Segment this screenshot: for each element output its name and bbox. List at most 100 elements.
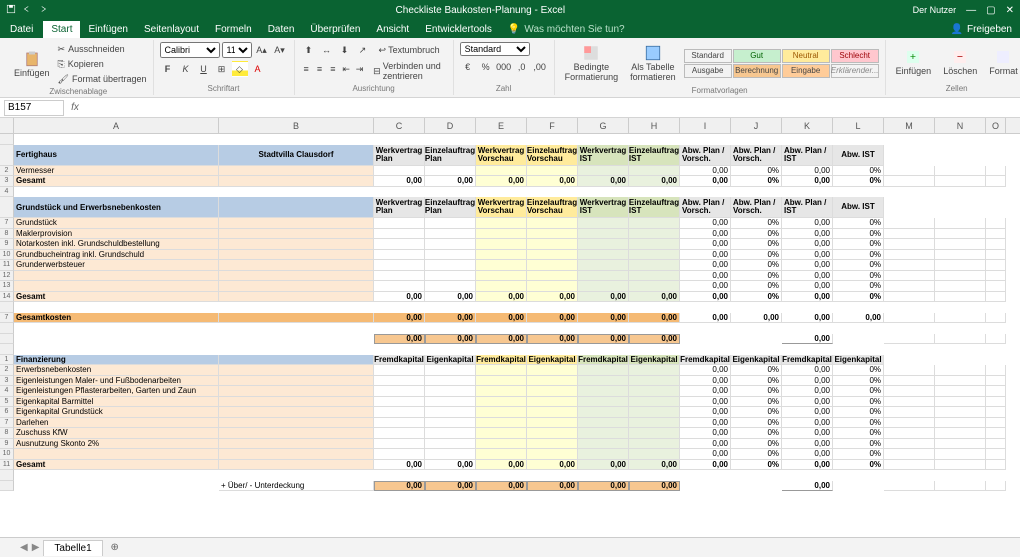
cell[interactable] xyxy=(219,218,374,229)
cell[interactable]: 0,00 xyxy=(374,313,425,324)
col-header-A[interactable]: A xyxy=(14,118,219,133)
cell[interactable]: 0,00 xyxy=(629,292,680,303)
cell[interactable]: 0,00 xyxy=(629,176,680,187)
cell[interactable] xyxy=(935,302,986,313)
cell[interactable]: 0,00 xyxy=(374,481,425,492)
cell[interactable] xyxy=(476,134,527,145)
cell[interactable] xyxy=(527,418,578,429)
cell[interactable] xyxy=(935,229,986,240)
cell[interactable] xyxy=(14,481,219,492)
cell[interactable]: Grunderwerbsteuer xyxy=(14,260,219,271)
cell[interactable] xyxy=(935,134,986,145)
cell[interactable] xyxy=(833,302,884,313)
cell[interactable]: 0,00 xyxy=(680,229,731,240)
cell[interactable] xyxy=(629,428,680,439)
cell[interactable] xyxy=(935,344,986,355)
percent-icon[interactable]: % xyxy=(478,59,494,75)
row-header[interactable]: 10 xyxy=(0,449,14,460)
cell[interactable] xyxy=(527,386,578,397)
row-header[interactable]: 4 xyxy=(0,187,14,198)
cell[interactable]: 0,00 xyxy=(680,386,731,397)
cell[interactable] xyxy=(219,187,374,198)
cell[interactable]: 0,00 xyxy=(425,292,476,303)
cell[interactable]: 0% xyxy=(731,239,782,250)
cell[interactable]: 0,00 xyxy=(578,313,629,324)
cell[interactable] xyxy=(884,397,935,408)
cell[interactable]: Eigenkapital Grundstück xyxy=(14,407,219,418)
cell[interactable] xyxy=(578,302,629,313)
cell[interactable] xyxy=(833,470,884,481)
row-header[interactable] xyxy=(0,481,14,492)
cell[interactable]: 0,00 xyxy=(782,428,833,439)
cell[interactable] xyxy=(935,292,986,303)
cell[interactable]: 0,00 xyxy=(680,292,731,303)
cell[interactable] xyxy=(527,239,578,250)
cell[interactable] xyxy=(14,323,219,334)
cell[interactable] xyxy=(476,439,527,450)
col-header-E[interactable]: E xyxy=(476,118,527,133)
cell[interactable] xyxy=(219,428,374,439)
cell[interactable] xyxy=(935,481,986,492)
cell[interactable]: 0,00 xyxy=(476,292,527,303)
cell[interactable] xyxy=(680,344,731,355)
row-header[interactable] xyxy=(0,344,14,355)
cell[interactable] xyxy=(374,218,425,229)
cell[interactable] xyxy=(680,134,731,145)
row-header[interactable]: 12 xyxy=(0,271,14,282)
cell[interactable] xyxy=(374,187,425,198)
cell[interactable] xyxy=(476,229,527,240)
cell[interactable]: 0,00 xyxy=(476,481,527,492)
cell[interactable]: 0,00 xyxy=(680,365,731,376)
cell[interactable]: 0,00 xyxy=(374,176,425,187)
col-header-H[interactable]: H xyxy=(629,118,680,133)
number-format-select[interactable]: Standard xyxy=(460,42,530,56)
style-gut[interactable]: Gut xyxy=(733,49,781,63)
cell[interactable] xyxy=(884,271,935,282)
cell[interactable]: 0% xyxy=(731,439,782,450)
cell[interactable] xyxy=(986,302,1006,313)
cell[interactable]: 0,00 xyxy=(374,460,425,471)
cell[interactable]: 0% xyxy=(731,281,782,292)
cell[interactable] xyxy=(14,281,219,292)
cell[interactable]: Notarkosten inkl. Grundschuldbestellung xyxy=(14,239,219,250)
cell[interactable] xyxy=(986,460,1006,471)
cell[interactable] xyxy=(833,134,884,145)
cell[interactable]: 0,00 xyxy=(680,439,731,450)
cell[interactable] xyxy=(935,439,986,450)
cell[interactable]: Zuschuss KfW xyxy=(14,428,219,439)
cell[interactable] xyxy=(578,166,629,177)
cell[interactable] xyxy=(884,187,935,198)
spreadsheet-grid[interactable]: ABCDEFGHIJKLMNOFertighausStadtvilla Clau… xyxy=(0,118,1020,537)
cell[interactable] xyxy=(578,281,629,292)
cell[interactable]: 0,00 xyxy=(782,229,833,240)
cell[interactable] xyxy=(219,418,374,429)
cell[interactable]: 0,00 xyxy=(680,313,731,324)
cell[interactable] xyxy=(219,302,374,313)
cut-button[interactable]: ✂Ausschneiden xyxy=(58,42,147,56)
cell[interactable]: 0,00 xyxy=(782,281,833,292)
cell[interactable]: 0% xyxy=(731,386,782,397)
align-center-icon[interactable]: ≡ xyxy=(314,61,325,77)
cell[interactable]: 0,00 xyxy=(680,250,731,261)
cell[interactable] xyxy=(476,187,527,198)
cell[interactable] xyxy=(629,323,680,334)
cell[interactable] xyxy=(425,397,476,408)
row-header[interactable]: 2 xyxy=(0,365,14,376)
row-header[interactable] xyxy=(0,470,14,481)
font-size-select[interactable]: 11 xyxy=(222,42,252,58)
cell[interactable] xyxy=(578,239,629,250)
cell[interactable] xyxy=(884,218,935,229)
format-cells-button[interactable]: Format xyxy=(985,46,1020,79)
cell[interactable]: 0,00 xyxy=(680,418,731,429)
cell[interactable]: 0% xyxy=(731,229,782,240)
cell[interactable] xyxy=(884,302,935,313)
cell[interactable] xyxy=(219,470,374,481)
cell[interactable] xyxy=(476,449,527,460)
cell[interactable] xyxy=(476,344,527,355)
cell[interactable] xyxy=(219,229,374,240)
cell[interactable] xyxy=(680,481,731,492)
align-middle-icon[interactable]: ↔ xyxy=(319,42,335,58)
fx-icon[interactable]: fx xyxy=(68,102,82,113)
cell[interactable]: 0,00 xyxy=(782,418,833,429)
cell[interactable] xyxy=(374,418,425,429)
